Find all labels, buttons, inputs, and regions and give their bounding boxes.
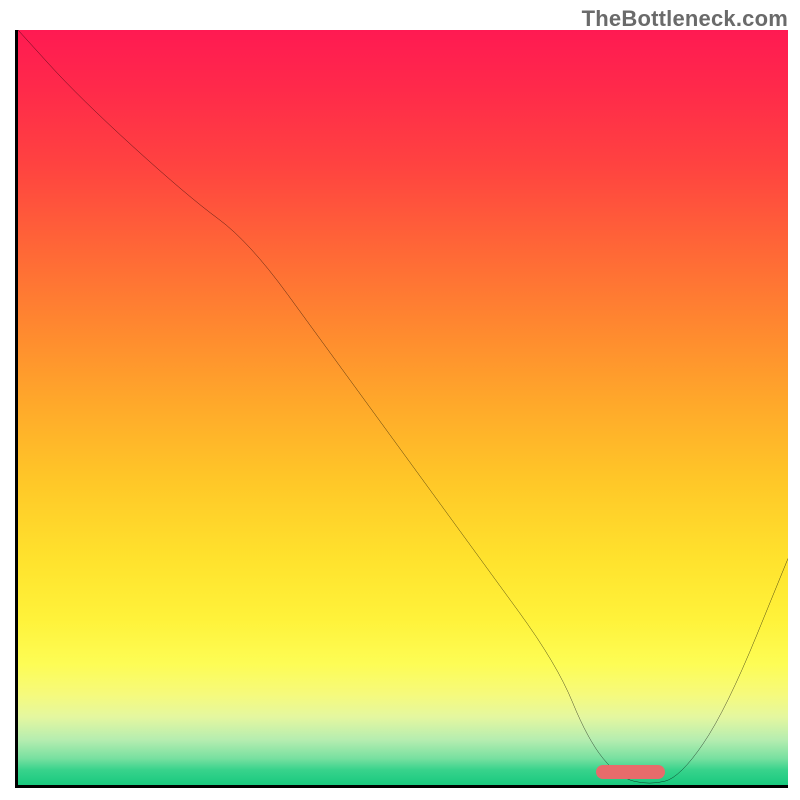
bottleneck-curve	[18, 30, 788, 783]
curve-svg	[18, 30, 788, 785]
optimal-marker	[596, 765, 665, 779]
chart-container: TheBottleneck.com	[0, 0, 800, 800]
plot-area	[15, 30, 788, 788]
watermark-text: TheBottleneck.com	[582, 6, 788, 32]
